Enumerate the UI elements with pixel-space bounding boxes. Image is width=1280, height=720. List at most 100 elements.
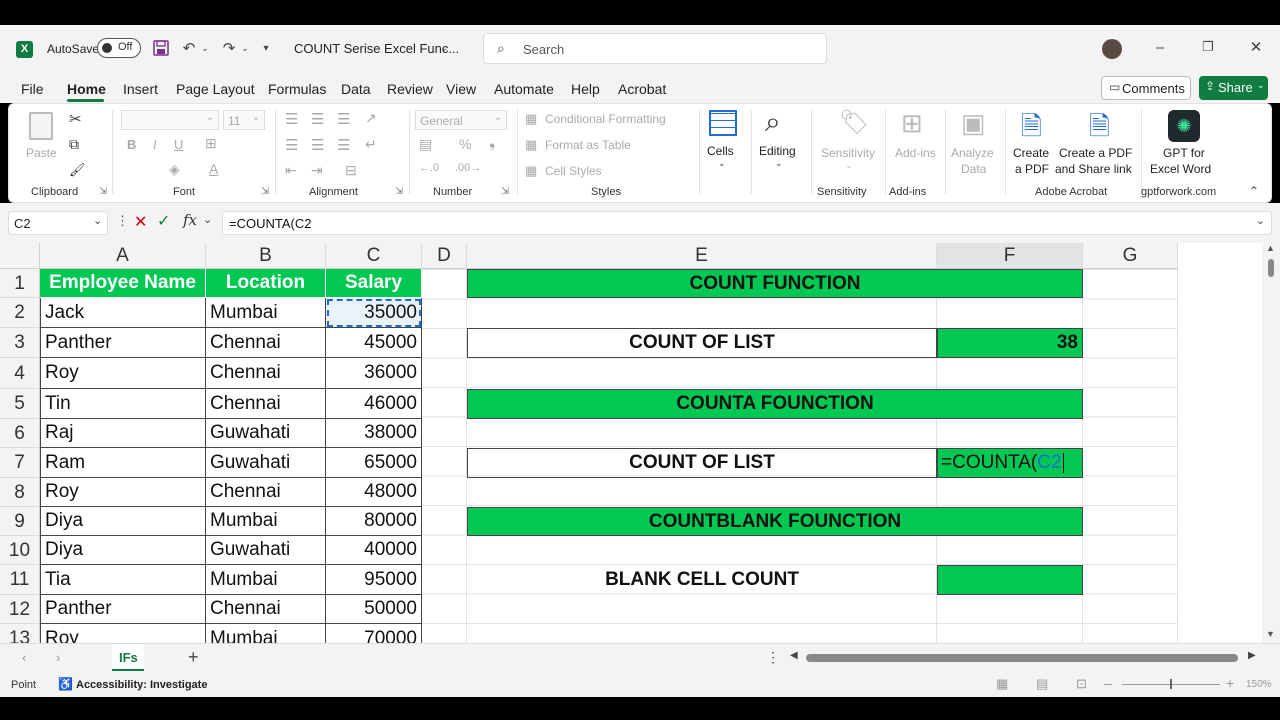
horizontal-scrollbar-thumb[interactable]	[806, 654, 1238, 662]
decrease-indent-icon[interactable]: ⇤	[285, 162, 297, 179]
format-painter-icon[interactable]: 🖌	[69, 162, 86, 178]
count-result-cell[interactable]: 38	[937, 328, 1083, 358]
cell-styles-icon[interactable]: ▦	[525, 163, 537, 179]
font-size-select[interactable]: 11 ⌄	[223, 110, 265, 130]
cell-employee-name[interactable]: Tin	[40, 389, 206, 419]
cell-location[interactable]: Chennai	[206, 358, 326, 389]
orientation-icon[interactable]: ↗	[365, 110, 377, 127]
cells-button[interactable]: Cells ⌄	[705, 108, 741, 172]
cell-employee-name[interactable]: Jack	[40, 298, 206, 328]
cell-salary[interactable]: 70000	[326, 624, 422, 643]
autosave-toggle[interactable]: Off	[97, 38, 141, 58]
scroll-right-icon[interactable]: ▶	[1248, 650, 1256, 661]
tab-insert[interactable]: Insert	[123, 81, 158, 97]
cell-location[interactable]: Mumbai	[206, 507, 326, 536]
vertical-scrollbar[interactable]: ▲ ▼	[1262, 243, 1280, 643]
cell-employee-name[interactable]: Diya	[40, 536, 206, 565]
underline-icon[interactable]: U	[174, 137, 183, 152]
sheet-next-icon[interactable]: ›	[56, 650, 60, 665]
row-header-10[interactable]: 10	[0, 536, 40, 565]
row-header-9[interactable]: 9	[0, 507, 40, 536]
comments-button[interactable]: ▭ Comments	[1101, 76, 1191, 100]
undo-icon[interactable]: ↶	[178, 37, 200, 59]
dialog-launcher-icon[interactable]: ⇲	[395, 186, 403, 197]
tab-help[interactable]: Help	[571, 81, 600, 97]
cancel-entry-icon[interactable]: ✕	[134, 212, 147, 232]
row-header-3[interactable]: 3	[0, 328, 40, 358]
chevron-down-icon[interactable]: ⌄	[437, 39, 451, 57]
page-break-view-icon[interactable]: ⊡	[1076, 676, 1087, 692]
align-bottom-icon[interactable]: ☰	[337, 110, 350, 128]
cell-employee-name[interactable]: Roy	[40, 624, 206, 643]
cell-employee-name[interactable]: Panther	[40, 328, 206, 358]
scroll-left-icon[interactable]: ◀	[790, 650, 798, 661]
formula-input[interactable]: =COUNTA(C2 ⌄	[222, 211, 1272, 235]
cell-location[interactable]: Chennai	[206, 389, 326, 419]
minimize-icon[interactable]: –	[1150, 37, 1170, 57]
dialog-launcher-icon[interactable]: ⇲	[99, 186, 107, 197]
column-header-b[interactable]: B	[206, 243, 326, 269]
redo-icon[interactable]: ↷	[218, 37, 240, 59]
currency-icon[interactable]: ▤	[419, 136, 432, 153]
cell-salary[interactable]: 65000	[326, 448, 422, 478]
collapse-ribbon-icon[interactable]: ⌃	[1249, 184, 1259, 198]
more-options-icon[interactable]: ⋮	[116, 213, 129, 229]
tab-data[interactable]: Data	[341, 81, 371, 97]
cell-salary[interactable]: 48000	[326, 478, 422, 507]
sensitivity-button[interactable]: 🏷 Sensitivity ⌄	[819, 108, 881, 178]
more-options-icon[interactable]: ⋮	[766, 649, 780, 666]
cell-employee-name[interactable]: Tia	[40, 565, 206, 595]
scroll-up-icon[interactable]: ▲	[1266, 243, 1275, 253]
column-header-e[interactable]: E	[467, 243, 937, 269]
cell-salary[interactable]: 35000	[326, 298, 422, 328]
tab-formulas[interactable]: Formulas	[268, 81, 326, 97]
confirm-entry-icon[interactable]: ✓	[157, 211, 170, 231]
fill-color-icon[interactable]: ◈	[169, 161, 180, 178]
select-all-corner[interactable]	[0, 243, 40, 269]
increase-decimal-icon[interactable]: ←.0	[419, 162, 439, 174]
cell-employee-name[interactable]: Ram	[40, 448, 206, 478]
cell-location[interactable]: Chennai	[206, 328, 326, 358]
increase-indent-icon[interactable]: ⇥	[311, 162, 323, 179]
cell-salary[interactable]: 80000	[326, 507, 422, 536]
cell-styles-button[interactable]: Cell Styles	[545, 164, 602, 178]
header-employee-name[interactable]: Employee Name	[40, 269, 206, 298]
countblank-function-banner[interactable]: COUNTBLANK FOUNCTION	[467, 507, 1083, 536]
column-header-c[interactable]: C	[326, 243, 422, 269]
cell-employee-name[interactable]: Roy	[40, 478, 206, 507]
accessibility-icon[interactable]: ♿	[58, 677, 73, 691]
dialog-launcher-icon[interactable]: ⇲	[261, 186, 269, 197]
save-icon[interactable]	[150, 37, 172, 59]
row-header-5[interactable]: 5	[0, 389, 40, 419]
comma-icon[interactable]: ❟	[489, 134, 495, 152]
blank-count-result-cell[interactable]	[937, 565, 1083, 595]
align-right-icon[interactable]: ☰	[337, 136, 350, 154]
align-middle-icon[interactable]: ☰	[311, 110, 324, 128]
count-of-list-label[interactable]: COUNT OF LIST	[467, 328, 937, 358]
tab-review[interactable]: Review	[387, 81, 433, 97]
zoom-slider-thumb[interactable]	[1170, 679, 1172, 689]
borders-icon[interactable]: ⊞	[205, 135, 217, 152]
counta-function-banner[interactable]: COUNTA FOUNCTION	[467, 389, 1083, 419]
normal-view-icon[interactable]: ▦	[996, 676, 1008, 692]
share-button[interactable]: ⇪ Share ⌄	[1199, 76, 1268, 100]
row-header-13[interactable]: 13	[0, 624, 40, 643]
align-top-icon[interactable]: ☰	[285, 110, 298, 128]
cell-salary[interactable]: 40000	[326, 536, 422, 565]
tab-file[interactable]: File	[21, 81, 44, 97]
cell-location[interactable]: Chennai	[206, 478, 326, 507]
search-box[interactable]: ⌕ Search	[483, 33, 827, 64]
zoom-level[interactable]: 150%	[1246, 679, 1272, 690]
row-header-1[interactable]: 1	[0, 269, 40, 298]
restore-icon[interactable]: ❐	[1198, 37, 1218, 57]
percent-icon[interactable]: %	[459, 136, 471, 152]
copy-icon[interactable]: ⧉	[69, 136, 79, 153]
cell-location[interactable]: Guwahati	[206, 536, 326, 565]
tab-automate[interactable]: Automate	[494, 81, 554, 97]
blank-cell-count-label[interactable]: BLANK CELL COUNT	[467, 565, 937, 595]
cell-salary[interactable]: 50000	[326, 595, 422, 624]
cell-location[interactable]: Mumbai	[206, 565, 326, 595]
page-layout-view-icon[interactable]: ▤	[1036, 676, 1048, 692]
scroll-thumb[interactable]	[1268, 259, 1274, 277]
wrap-text-icon[interactable]: ↵	[365, 136, 377, 153]
